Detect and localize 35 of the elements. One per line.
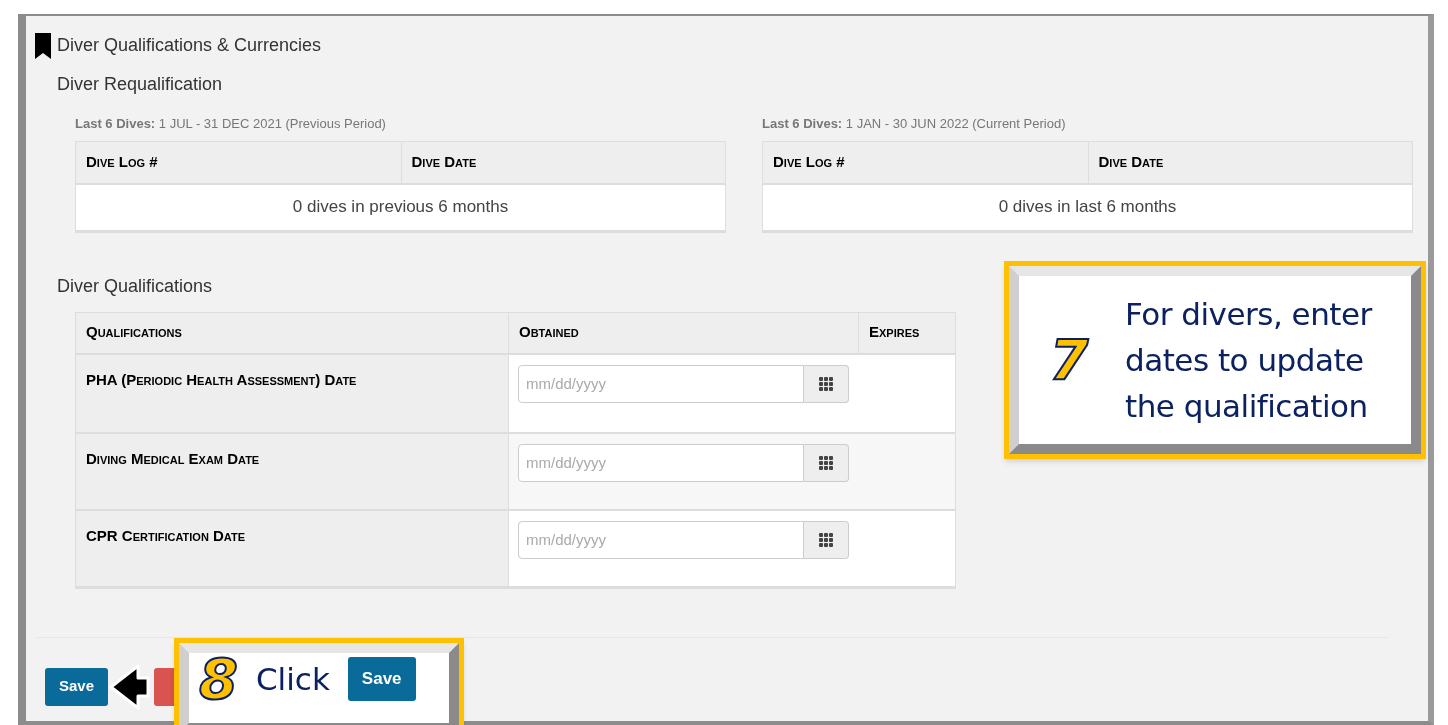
- column-header: Dive Date: [400, 141, 725, 183]
- save-button-image: Save: [347, 657, 416, 701]
- subsection-title: Diver Requalification: [56, 73, 224, 96]
- date-field[interactable]: mm/dd/yyyy: [518, 443, 804, 482]
- column-header: Qualifications: [85, 322, 183, 343]
- section-title: Diver Qualifications & Currencies: [57, 34, 322, 57]
- step-number: 8: [199, 651, 238, 707]
- column-header: Dive Log #: [85, 151, 159, 172]
- period-caption: Last 6 Dives: 1 JUL - 31 DEC 2021 (Previous Period): [75, 115, 387, 133]
- step-number: 7: [1049, 332, 1089, 388]
- empty-message: 0 dives in previous 6 months: [291, 196, 510, 219]
- date-field[interactable]: mm/dd/yyyy: [518, 364, 804, 403]
- calendar-icon: [819, 376, 833, 391]
- column-header: Dive Date: [1087, 141, 1412, 183]
- calendar-button[interactable]: [804, 443, 849, 482]
- calendar-icon: [819, 532, 833, 547]
- pointer-arrow: [108, 662, 150, 712]
- qualification-name: Diving Medical Exam Date: [76, 433, 508, 509]
- partial-button[interactable]: [154, 667, 177, 706]
- empty-message: 0 dives in last 6 months: [997, 196, 1178, 219]
- bookmark-icon: [35, 32, 51, 59]
- callout-text: For divers, enter dates to update the qualification: [1124, 295, 1374, 426]
- calendar-icon: [819, 455, 833, 470]
- callout-text: Click: [255, 659, 330, 699]
- date-field[interactable]: mm/dd/yyyy: [518, 520, 804, 559]
- save-button[interactable]: Save: [45, 667, 109, 706]
- qualification-name: PHA (Periodic Health Assessment) Date: [76, 354, 508, 432]
- column-header: Obtained: [508, 312, 858, 353]
- qualification-name: CPR Certification Date: [76, 510, 508, 586]
- column-header: Expires: [858, 312, 955, 353]
- subsection-title: Diver Qualifications: [56, 274, 214, 298]
- period-caption: Last 6 Dives: 1 JAN - 30 JUN 2022 (Current Period): [762, 115, 1067, 133]
- calendar-button[interactable]: [804, 364, 849, 403]
- column-header: Dive Log #: [772, 151, 846, 172]
- calendar-button[interactable]: [804, 520, 849, 559]
